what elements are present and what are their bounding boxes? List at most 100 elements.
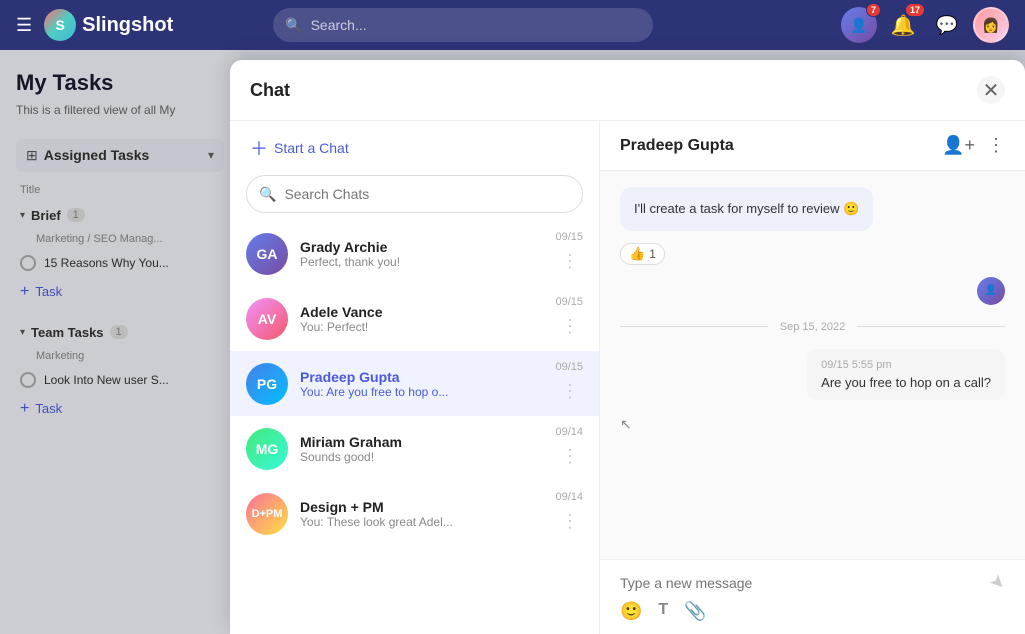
chat-more-miriam[interactable]: ⋮ [557, 442, 583, 471]
more-options-button[interactable]: ⋮ [987, 135, 1005, 156]
chat-name-grady: Grady Archie [300, 239, 543, 255]
chat-item-adele[interactable]: AV Adele Vance You: Perfect! 09/15 ⋮ [230, 286, 599, 351]
chat-name-design: Design + PM [300, 499, 543, 515]
badge-count-2: 17 [905, 3, 925, 17]
chat-more-adele[interactable]: ⋮ [557, 312, 583, 341]
chat-modal-title: Chat [250, 80, 290, 101]
chat-list: GA Grady Archie Perfect, thank you! 09/1… [230, 221, 599, 634]
chat-avatar-miriam: MG [246, 428, 288, 470]
chat-item-pradeep[interactable]: PG Pradeep Gupta You: Are you free to ho… [230, 351, 599, 416]
message-text: I'll create a task for myself to review … [634, 199, 859, 219]
chat-name-miriam: Miriam Graham [300, 434, 543, 450]
text-format-button[interactable]: T [658, 601, 668, 622]
chat-meta-pradeep: 09/15 ⋮ [555, 361, 583, 406]
message-bubble: I'll create a task for myself to review … [620, 187, 873, 231]
divider-line-2 [857, 326, 1005, 327]
chat-search-bar[interactable]: 🔍 [246, 175, 583, 213]
system-message: 09/15 5:55 pm Are you free to hop on a c… [807, 349, 1005, 400]
chat-info-design: Design + PM You: These look great Adel..… [300, 499, 543, 529]
chat-name-pradeep: Pradeep Gupta [300, 369, 543, 385]
chat-preview-pradeep: You: Are you free to hop o... [300, 385, 543, 399]
date-divider: Sep 15, 2022 [620, 321, 1005, 333]
chat-date-design: 09/14 [555, 491, 583, 503]
send-button[interactable]: ➤ [985, 570, 1011, 596]
comment-icon: 💬 [936, 15, 958, 36]
message-reaction[interactable]: 👍 1 [620, 243, 665, 265]
bell-notifications[interactable]: 🔔 17 [885, 7, 921, 43]
conversation-panel: Pradeep Gupta 👤+ ⋮ I'll create a task fo… [600, 121, 1025, 634]
chat-modal-header: Chat ✕ [230, 60, 1025, 121]
input-row: ➤ [620, 572, 1005, 593]
chat-date-grady: 09/15 [555, 231, 583, 243]
chat-more-design[interactable]: ⋮ [557, 507, 583, 536]
chat-avatar-grady: GA [246, 233, 288, 275]
search-placeholder: Search... [311, 17, 367, 33]
message-toolbar: 🙂 T 📎 [620, 593, 1005, 622]
comments-button[interactable]: 💬 [929, 7, 965, 43]
start-chat-label: Start a Chat [274, 140, 349, 156]
chat-search-input[interactable] [284, 186, 570, 202]
sender-avatar-right: 👤 [620, 277, 1005, 305]
top-navigation: ☰ S Slingshot 🔍 Search... 👤 7 🔔 17 💬 👩 [0, 0, 1025, 50]
emoji-button[interactable]: 🙂 [620, 601, 642, 622]
chat-meta-grady: 09/15 ⋮ [555, 231, 583, 276]
notifications-avatar[interactable]: 👤 7 [841, 7, 877, 43]
chat-more-pradeep[interactable]: ⋮ [557, 377, 583, 406]
reaction-emoji: 👍 [629, 246, 645, 262]
system-message-text: Are you free to hop on a call? [821, 375, 991, 390]
chat-modal: Chat ✕ ＋ Start a Chat 🔍 GA [230, 60, 1025, 634]
chat-list-panel: ＋ Start a Chat 🔍 GA Grady Archie Perfect… [230, 121, 600, 634]
conversation-actions: 👤+ ⋮ [942, 135, 1005, 156]
nav-right-actions: 👤 7 🔔 17 💬 👩 [841, 7, 1009, 43]
chat-info-adele: Adele Vance You: Perfect! [300, 304, 543, 334]
chat-meta-design: 09/14 ⋮ [555, 491, 583, 536]
chat-preview-design: You: These look great Adel... [300, 515, 543, 529]
chat-preview-adele: You: Perfect! [300, 320, 543, 334]
chat-item-grady[interactable]: GA Grady Archie Perfect, thank you! 09/1… [230, 221, 599, 286]
chat-date-pradeep: 09/15 [555, 361, 583, 373]
chat-avatar-design: D+PM [246, 493, 288, 535]
app-logo: S Slingshot [44, 9, 173, 41]
date-divider-text: Sep 15, 2022 [780, 321, 845, 333]
sender-avatar-circle: 👤 [977, 277, 1005, 305]
global-search[interactable]: 🔍 Search... [273, 8, 653, 42]
chat-info-grady: Grady Archie Perfect, thank you! [300, 239, 543, 269]
chat-body: ＋ Start a Chat 🔍 GA Grady Archie Perfect… [230, 121, 1025, 634]
main-layout: My Tasks This is a filtered view of all … [0, 50, 1025, 634]
message-input[interactable] [620, 575, 982, 591]
search-icon: 🔍 [285, 17, 302, 34]
chat-more-grady[interactable]: ⋮ [557, 247, 583, 276]
chat-item-design-pm[interactable]: D+PM Design + PM You: These look great A… [230, 481, 599, 546]
chat-avatar-adele: AV [246, 298, 288, 340]
chat-close-button[interactable]: ✕ [977, 76, 1005, 104]
chat-info-miriam: Miriam Graham Sounds good! [300, 434, 543, 464]
chat-meta-adele: 09/15 ⋮ [555, 296, 583, 341]
start-chat-button[interactable]: ＋ Start a Chat [230, 121, 599, 175]
chat-name-adele: Adele Vance [300, 304, 543, 320]
chat-search-icon: 🔍 [259, 186, 276, 203]
badge-count-1: 7 [866, 3, 881, 17]
app-name: Slingshot [82, 14, 173, 37]
chat-preview-grady: Perfect, thank you! [300, 255, 543, 269]
logo-icon: S [44, 9, 76, 41]
conversation-contact-name: Pradeep Gupta [620, 137, 734, 155]
add-contact-button[interactable]: 👤+ [942, 135, 975, 156]
cursor-icon: ↖ [620, 416, 632, 433]
chat-avatar-pradeep: PG [246, 363, 288, 405]
system-message-time: 09/15 5:55 pm [821, 359, 991, 371]
chat-item-miriam[interactable]: MG Miriam Graham Sounds good! 09/14 ⋮ [230, 416, 599, 481]
message-received: I'll create a task for myself to review … [620, 187, 1005, 265]
chat-info-pradeep: Pradeep Gupta You: Are you free to hop o… [300, 369, 543, 399]
chat-date-adele: 09/15 [555, 296, 583, 308]
start-chat-plus-icon: ＋ [250, 135, 268, 161]
attachment-button[interactable]: 📎 [684, 601, 706, 622]
chat-meta-miriam: 09/14 ⋮ [555, 426, 583, 471]
message-input-area: ➤ 🙂 T 📎 [600, 559, 1025, 634]
chat-preview-miriam: Sounds good! [300, 450, 543, 464]
chat-date-miriam: 09/14 [555, 426, 583, 438]
divider-line [620, 326, 768, 327]
hamburger-menu[interactable]: ☰ [16, 15, 32, 36]
conversation-messages: I'll create a task for myself to review … [600, 171, 1025, 559]
profile-avatar[interactable]: 👩 [973, 7, 1009, 43]
cursor-indicator: ↖ [620, 412, 1005, 441]
